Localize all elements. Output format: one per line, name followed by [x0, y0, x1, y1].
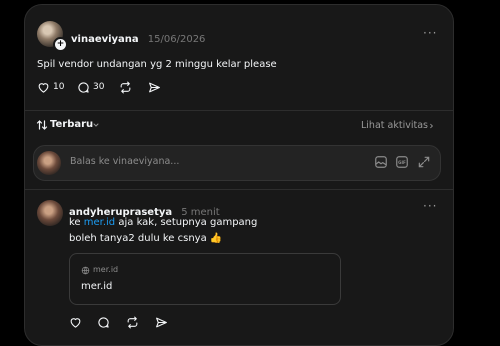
svg-text:GIF: GIF	[398, 160, 406, 165]
avatar	[37, 151, 61, 175]
comment-text-prefix: ke	[69, 217, 84, 228]
comment-text-line-2: boleh tanya2 dulu ke csnya 👍	[69, 233, 223, 244]
repost-icon[interactable]	[126, 316, 139, 329]
chevron-right-icon[interactable]	[428, 122, 435, 130]
post-date: 15/06/2026	[147, 34, 206, 45]
heart-icon[interactable]	[69, 316, 82, 329]
divider	[25, 110, 453, 111]
like-count: 10	[53, 82, 65, 92]
more-options-icon[interactable]: ···	[423, 26, 437, 40]
avatar[interactable]	[37, 200, 63, 226]
link-preview-title: mer.id	[81, 281, 113, 292]
sort-arrows-icon[interactable]	[36, 119, 48, 131]
mention-link[interactable]: mer.id	[84, 217, 115, 228]
sort-dropdown[interactable]: Terbaru	[50, 119, 93, 130]
view-activity-link[interactable]: Lihat aktivitas	[361, 120, 428, 131]
expand-icon[interactable]	[417, 155, 431, 169]
comment-icon[interactable]	[97, 316, 110, 329]
comment-text-line: ke mer.id aja kak, setupnya gampang	[69, 215, 257, 231]
send-icon[interactable]	[155, 316, 168, 329]
heart-icon[interactable]	[37, 81, 50, 94]
comment-icon[interactable]	[77, 81, 90, 94]
comment-count: 30	[93, 82, 105, 92]
post-username[interactable]: vinaeviyana	[71, 34, 139, 45]
link-preview-domain: mer.id	[93, 265, 119, 274]
follow-plus-icon[interactable]: +	[53, 37, 68, 52]
globe-icon	[81, 266, 90, 275]
image-icon[interactable]	[374, 155, 388, 169]
repost-icon[interactable]	[119, 81, 132, 94]
chevron-down-icon[interactable]	[92, 121, 100, 129]
reply-input[interactable]: Balas ke vinaeviyana...	[70, 156, 179, 167]
more-options-icon[interactable]: ···	[423, 199, 437, 213]
divider	[25, 189, 453, 190]
gif-icon[interactable]: GIF	[395, 155, 409, 169]
link-preview-card[interactable]	[69, 253, 341, 305]
comment-text-suffix: aja kak, setupnya gampang	[115, 217, 258, 228]
thread-panel: + vinaeviyana 15/06/2026 ··· Spil vendor…	[24, 4, 454, 346]
send-icon[interactable]	[148, 81, 161, 94]
post-text: Spil vendor undangan yg 2 minggu kelar p…	[37, 59, 277, 70]
